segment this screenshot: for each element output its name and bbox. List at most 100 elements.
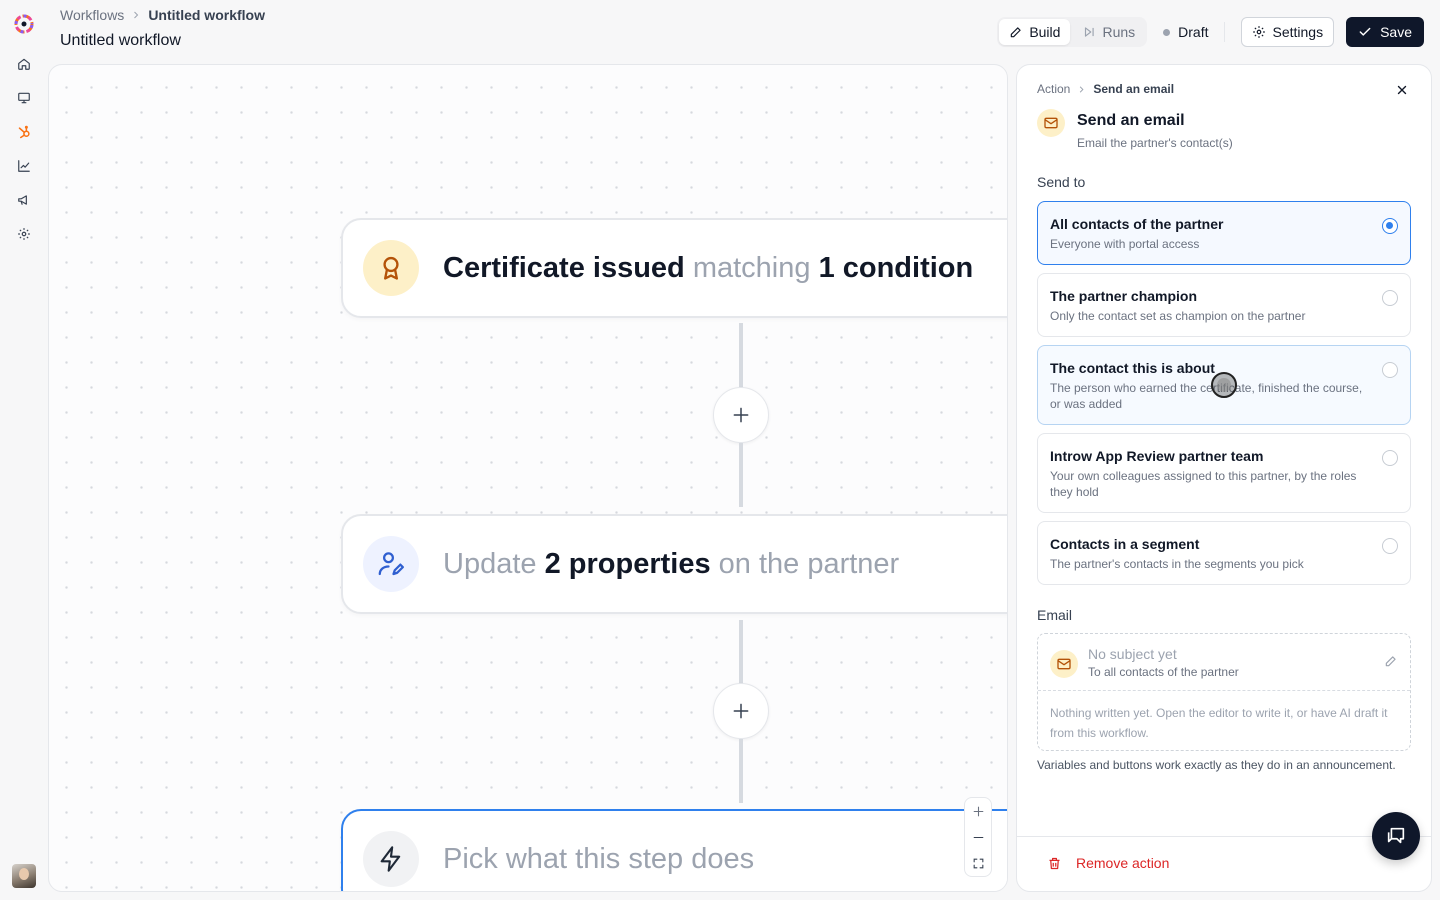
play-icon: [1085, 27, 1095, 37]
option-description: The person who earned the certificate, f…: [1050, 381, 1363, 411]
connector-line: [739, 323, 743, 387]
panel-subtitle: Email the partner's contact(s): [1077, 136, 1233, 150]
recipient-option-all-contacts[interactable]: All contacts of the partner Everyone wit…: [1037, 201, 1411, 265]
recipient-option-segment[interactable]: Contacts in a segment The partner's cont…: [1037, 521, 1411, 585]
divider: [1224, 22, 1226, 42]
check-icon: [1359, 27, 1371, 36]
panel-breadcrumb-current: Send an email: [1093, 82, 1175, 96]
save-label: Save: [1380, 24, 1412, 40]
update-node[interactable]: Update 2 properties on the partner: [341, 514, 1007, 614]
option-title: The partner champion: [1050, 288, 1198, 304]
status-badge: Draft: [1163, 24, 1208, 40]
chevron-right-icon: [134, 11, 139, 19]
radio-button[interactable]: [1382, 218, 1398, 234]
pencil-icon: [1011, 27, 1021, 38]
breadcrumb: Workflows Untitled workflow: [60, 7, 265, 23]
tab-runs-label: Runs: [1102, 24, 1136, 40]
email-label: Email: [1037, 607, 1073, 623]
add-step-button[interactable]: [713, 387, 769, 443]
monitor-icon[interactable]: [14, 88, 34, 108]
recipient-option-contact-about[interactable]: The contact this is about The person who…: [1037, 345, 1411, 425]
page-title[interactable]: Untitled workflow: [60, 32, 181, 50]
minus-icon: [973, 836, 983, 838]
email-preview[interactable]: No subject yet To all contacts of the pa…: [1037, 633, 1411, 751]
action-panel: Action Send an email Send an email Email…: [1016, 64, 1432, 892]
status-dot: [1163, 28, 1171, 36]
lightning-icon: [363, 831, 419, 887]
email-header: No subject yet To all contacts of the pa…: [1038, 634, 1410, 691]
option-description: Only the contact set as champion on the …: [1050, 309, 1306, 323]
trigger-node-text: Certificate issued matching 1 condition: [443, 251, 974, 284]
radio-button[interactable]: [1382, 362, 1398, 378]
radio-button[interactable]: [1382, 450, 1398, 466]
trigger-node[interactable]: Certificate issued matching 1 condition: [341, 218, 1007, 318]
connector-line: [739, 620, 743, 684]
award-icon: [363, 240, 419, 296]
email-subject: No subject yet: [1088, 646, 1177, 662]
zoom-out-button[interactable]: [965, 824, 991, 850]
plus-icon: [733, 407, 749, 423]
remove-action-button[interactable]: Remove action: [1047, 855, 1169, 871]
megaphone-icon[interactable]: [14, 190, 34, 210]
hubspot-icon[interactable]: [14, 122, 34, 142]
variables-note: Variables and buttons work exactly as th…: [1037, 758, 1396, 772]
trash-icon: [1049, 857, 1060, 869]
home-icon[interactable]: [14, 54, 34, 74]
email-body-placeholder: Nothing written yet. Open the editor to …: [1050, 706, 1388, 740]
breadcrumb-workflows[interactable]: Workflows: [60, 7, 124, 23]
header-actions: Build Runs Draft Settings Save: [997, 16, 1424, 48]
user-edit-icon: [363, 536, 419, 592]
recipient-option-champion[interactable]: The partner champion Only the contact se…: [1037, 273, 1411, 337]
workflow-canvas[interactable]: Certificate issued matching 1 condition …: [48, 64, 1008, 892]
chevron-right-icon: [1080, 85, 1084, 93]
remove-action-label: Remove action: [1076, 855, 1170, 871]
option-description: The partner's contacts in the segments y…: [1050, 557, 1304, 571]
edit-email-pencil-icon[interactable]: [1384, 654, 1398, 668]
panel-title: Send an email: [1077, 112, 1185, 129]
breadcrumb-current: Untitled workflow: [148, 7, 265, 23]
settings-button[interactable]: Settings: [1241, 17, 1335, 47]
tab-build[interactable]: Build: [999, 19, 1071, 45]
mail-icon: [1050, 650, 1078, 678]
plus-icon: [733, 703, 749, 719]
chart-icon[interactable]: [14, 156, 34, 176]
status-label: Draft: [1178, 24, 1209, 40]
connector-line: [739, 739, 743, 803]
expand-icon: [973, 858, 983, 868]
email-recipients: To all contacts of the partner: [1088, 665, 1239, 679]
update-node-text: Update 2 properties on the partner: [443, 547, 900, 580]
option-title: The contact this is about: [1050, 360, 1215, 376]
zoom-in-button[interactable]: [965, 798, 991, 824]
zoom-controls: [964, 797, 992, 877]
radio-button[interactable]: [1382, 290, 1398, 306]
empty-step-node[interactable]: Pick what this step does: [341, 809, 1007, 891]
gear-icon[interactable]: [14, 224, 34, 244]
chat-button[interactable]: [1372, 812, 1420, 860]
mail-icon: [1037, 109, 1065, 137]
avatar[interactable]: [12, 864, 36, 888]
fit-view-button[interactable]: [965, 850, 991, 876]
left-rail: [0, 0, 48, 900]
save-button[interactable]: Save: [1346, 17, 1424, 47]
settings-label: Settings: [1272, 24, 1324, 40]
option-description: Your own colleagues assigned to this par…: [1050, 469, 1357, 499]
send-to-label: Send to: [1037, 174, 1086, 190]
recipient-option-partner-team[interactable]: Introw App Review partner team Your own …: [1037, 433, 1411, 513]
option-title: Contacts in a segment: [1050, 536, 1200, 552]
radio-button[interactable]: [1382, 538, 1398, 554]
tab-runs[interactable]: Runs: [1072, 19, 1145, 45]
panel-breadcrumb-root[interactable]: Action: [1037, 82, 1070, 96]
panel-breadcrumb: Action Send an email: [1037, 82, 1174, 96]
option-title: Introw App Review partner team: [1050, 448, 1264, 464]
panel-footer: Remove action: [1017, 836, 1431, 891]
app-logo-icon[interactable]: [12, 12, 36, 36]
add-step-button[interactable]: [713, 683, 769, 739]
chat-icon: [1387, 827, 1405, 844]
mode-toggle: Build Runs: [997, 17, 1148, 47]
tab-build-label: Build: [1029, 24, 1061, 40]
option-title: All contacts of the partner: [1050, 216, 1224, 232]
gear-icon: [1253, 26, 1266, 38]
plus-icon: [973, 806, 983, 816]
close-icon[interactable]: [1393, 81, 1411, 99]
option-description: Everyone with portal access: [1050, 237, 1200, 251]
